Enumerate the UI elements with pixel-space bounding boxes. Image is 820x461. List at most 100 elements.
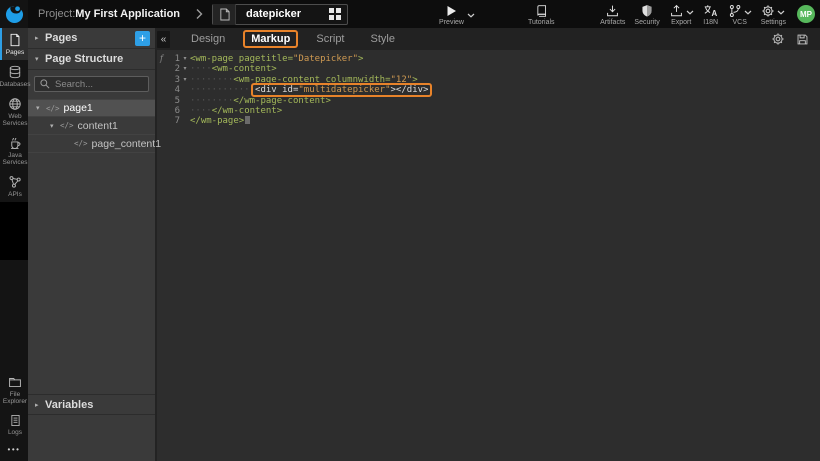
code-annotation-highlight: <div id="multidatepicker"></div> <box>255 85 428 95</box>
preview-group: Preview <box>436 2 475 27</box>
editor-toolbar: « Design Markup Script Style <box>157 28 820 50</box>
page-structure-header[interactable]: ▾ Page Structure <box>28 49 155 70</box>
wavemaker-studio: Project:My First Application datepicker … <box>0 0 820 461</box>
sidebar-item-logs[interactable]: Logs <box>0 409 28 440</box>
sidebar-item-label: File Explorer <box>2 391 28 405</box>
tab-design[interactable]: Design <box>185 31 231 47</box>
grid-icon[interactable] <box>329 8 341 20</box>
settings-label: Settings <box>761 19 786 26</box>
sidebar-spacer <box>0 260 28 370</box>
sidebar-item-pages[interactable]: Pages <box>0 28 28 60</box>
pages-panel: ▸ Pages + ▾ Page Structure ▾</>page1▾</>… <box>28 28 157 461</box>
page-tab-label: datepicker <box>236 8 329 20</box>
page-tab-datepicker[interactable]: datepicker <box>212 4 348 25</box>
file-explorer-icon <box>8 375 22 389</box>
whitespace-dots: ········ <box>190 75 233 85</box>
fold-toggle-icon[interactable]: ▾ <box>180 64 190 74</box>
search-box <box>34 76 149 92</box>
fold-toggle-icon[interactable]: ▾ <box>180 75 190 85</box>
code-line-5[interactable]: 5 ········</wm-page-content> <box>162 96 820 106</box>
widget-markup-icon: </> <box>74 139 88 148</box>
sidebar-item-label: Pages <box>6 49 24 56</box>
sidebar-more-button[interactable]: ••• <box>0 440 28 461</box>
tree-node-label: page_content1 <box>92 138 161 150</box>
variables-header[interactable]: ▸ Variables <box>28 394 155 415</box>
settings-icon <box>761 4 775 18</box>
tree-node-label: page1 <box>64 102 93 114</box>
line-number: 7 <box>162 116 180 126</box>
code-text: </wm-page> <box>190 116 244 126</box>
line-number: 6 <box>162 106 180 116</box>
tree-node-page-content1[interactable]: </>page_content1 <box>28 135 155 153</box>
i18n-button[interactable]: A I18N <box>700 2 722 27</box>
export-icon <box>669 4 684 18</box>
security-button[interactable]: Security <box>631 2 662 27</box>
artifacts-button[interactable]: Artifacts <box>597 2 628 27</box>
export-button[interactable]: Export <box>666 2 697 27</box>
sidebar-item-java-services[interactable]: Java Services <box>0 131 28 170</box>
vcs-button[interactable]: VCS <box>725 2 755 27</box>
svg-text:A: A <box>711 8 717 17</box>
tab-markup[interactable]: Markup <box>245 31 296 47</box>
tree-node-content1[interactable]: ▾</> content1 <box>28 117 155 135</box>
page-file-icon <box>213 4 236 25</box>
code-text: </wm-content> <box>212 106 282 116</box>
tree-node-page1[interactable]: ▾</>page1 <box>28 99 155 117</box>
sidebar-bottom-items: File Explorer Logs <box>0 370 28 440</box>
pages-icon <box>8 33 22 47</box>
settings-button[interactable]: Settings <box>758 2 789 27</box>
sidebar-item-databases[interactable]: Databases <box>0 60 28 92</box>
code-line-2[interactable]: 2▾····<wm-content> <box>162 64 820 74</box>
code-line-7[interactable]: 7 </wm-page> <box>162 116 820 126</box>
sidebar-item-web-services[interactable]: Web Services <box>0 92 28 131</box>
line-number: 2 <box>162 64 180 74</box>
sidebar-item-apis[interactable]: APIs <box>0 170 28 202</box>
preview-button[interactable]: Preview <box>436 2 467 27</box>
page-structure-tree: ▾</>page1▾</>content1</>page_content1 <box>28 99 155 153</box>
code-line-1[interactable]: 1▾<wm-page pagetitle="Datepicker"> <box>162 54 820 64</box>
tutorials-button[interactable]: Tutorials <box>525 2 558 27</box>
project-title: Project:My First Application <box>38 8 180 20</box>
vcs-label: VCS <box>733 19 747 26</box>
tab-style[interactable]: Style <box>365 31 401 47</box>
pages-panel-header[interactable]: ▸ Pages + <box>28 28 155 49</box>
editor-area: « Design Markup Script Style f 1▾<wm-page p… <box>157 28 820 461</box>
code-text: <wm-page-content columnwidth="12"> <box>233 75 417 85</box>
save-icon[interactable] <box>796 33 809 46</box>
topbar: Project:My First Application datepicker … <box>0 0 820 28</box>
whitespace-dots: ···· <box>190 106 212 116</box>
chevron-down-icon: ▾ <box>36 104 46 112</box>
i18n-label: I18N <box>703 19 718 26</box>
apis-icon <box>8 175 22 189</box>
tab-script[interactable]: Script <box>310 31 350 47</box>
sidebar-item-label: Web Services <box>2 113 28 127</box>
sidebar-main-items: Pages Databases Web Services Java ServicesA… <box>0 28 28 202</box>
wavemaker-logo-icon[interactable] <box>0 0 28 28</box>
code-line-4[interactable]: 4············<div id="multidatepicker"><… <box>162 85 820 95</box>
fold-toggle-icon[interactable]: ▾ <box>180 54 190 64</box>
markup-code-editor[interactable]: f 1▾<wm-page pagetitle="Datepicker">2▾··… <box>157 50 820 461</box>
code-line-3[interactable]: 3▾········<wm-page-content columnwidth="… <box>162 75 820 85</box>
logs-icon <box>9 414 22 427</box>
tree-node-label: content1 <box>78 120 118 132</box>
markup-settings-gear-icon[interactable] <box>771 32 785 46</box>
vcs-icon <box>728 4 742 18</box>
code-line-6[interactable]: 6 ····</wm-content> <box>162 106 820 116</box>
sidebar-item-label: Logs <box>8 429 22 436</box>
add-page-button[interactable]: + <box>135 31 150 46</box>
sidebar-item-file-explorer[interactable]: File Explorer <box>0 370 28 409</box>
preview-dropdown-chevron-icon[interactable] <box>467 13 475 18</box>
page-structure-label: Page Structure <box>45 53 123 65</box>
user-avatar[interactable]: MP <box>797 5 815 23</box>
breadcrumb-chevron-icon <box>195 8 203 20</box>
chevron-down-icon <box>686 10 694 15</box>
code-text: </wm-page-content> <box>233 96 331 106</box>
collapse-panel-button[interactable]: « <box>157 31 170 48</box>
search-input[interactable] <box>55 79 143 90</box>
line-number: 5 <box>162 96 180 106</box>
whitespace-dots: ········ <box>190 96 233 106</box>
widget-markup-icon: </> <box>60 121 74 130</box>
line-number: 3 <box>162 75 180 85</box>
search-wrap <box>28 70 155 99</box>
chevron-down-icon: ▾ <box>50 122 60 130</box>
